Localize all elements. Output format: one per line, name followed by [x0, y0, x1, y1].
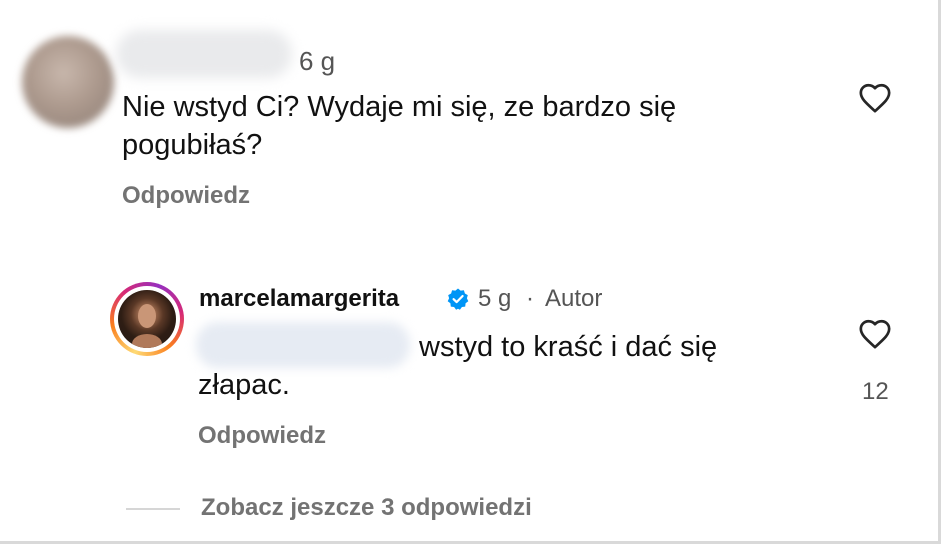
meta-separator: ·: [526, 285, 534, 312]
verified-badge-icon: [446, 287, 470, 311]
comment-text-line-2: złapac.: [198, 369, 290, 401]
reply-button[interactable]: Odpowiedz: [122, 180, 250, 212]
comment-timestamp: 6 g: [299, 46, 336, 76]
heart-outline-icon[interactable]: [858, 318, 892, 350]
view-more-replies-button[interactable]: Zobacz jeszcze 3 odpowiedzi: [201, 492, 532, 524]
comment-text-line-1: wstyd to kraść i dać się: [419, 331, 718, 363]
mention-blurred[interactable]: [196, 322, 410, 368]
author-avatar[interactable]: [110, 282, 184, 356]
commenter-avatar-blurred[interactable]: [22, 36, 114, 128]
author-username[interactable]: marcelamargerita: [199, 283, 399, 315]
comment-text: Nie wstyd Ci? Wydaje mi się, ze bardzo s…: [122, 91, 677, 161]
replies-divider-line: [126, 508, 180, 510]
screenshot-border: [0, 0, 941, 544]
commenter-username-blurred[interactable]: [116, 30, 292, 78]
reply-button[interactable]: Odpowiedz: [198, 420, 326, 452]
author-badge: Autor: [545, 285, 603, 312]
comment-timestamp: 5 g: [478, 285, 512, 312]
avatar-photo: [118, 290, 176, 348]
like-count[interactable]: 12: [862, 376, 889, 408]
heart-outline-icon[interactable]: [858, 82, 892, 114]
